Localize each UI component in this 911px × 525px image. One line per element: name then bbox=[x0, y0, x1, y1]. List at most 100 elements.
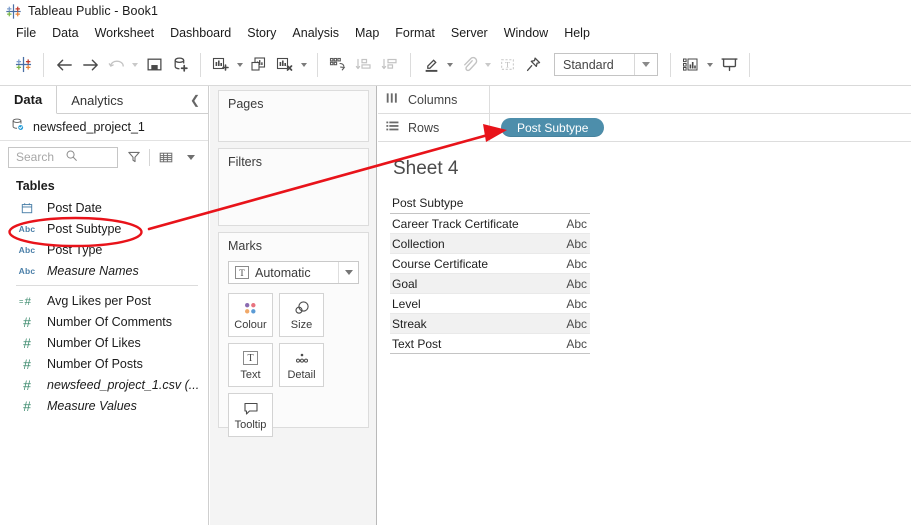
duplicate-sheet-button[interactable] bbox=[246, 52, 272, 78]
field-label: Number Of Likes bbox=[47, 335, 141, 350]
row-label[interactable]: Streak bbox=[390, 313, 554, 334]
chevron-down-icon[interactable] bbox=[338, 262, 358, 283]
menu-item-map[interactable]: Map bbox=[347, 24, 387, 42]
marks-shelf-text[interactable]: T Text bbox=[228, 343, 273, 387]
collapse-panel-icon[interactable]: ❮ bbox=[186, 86, 204, 114]
row-label[interactable]: Level bbox=[390, 293, 554, 314]
rows-shelf[interactable]: Rows Post Subtype bbox=[378, 114, 911, 142]
field-measure-names[interactable]: Abc Measure Names bbox=[0, 260, 208, 281]
field-avg-likes-per-post[interactable]: = # Avg Likes per Post bbox=[0, 290, 208, 311]
presentation-mode-button[interactable] bbox=[716, 52, 742, 78]
search-icon bbox=[65, 149, 114, 165]
row-value: Abc bbox=[554, 253, 590, 274]
swap-rows-columns-button[interactable] bbox=[325, 52, 351, 78]
menu-item-data[interactable]: Data bbox=[44, 24, 86, 42]
menu-item-dashboard[interactable]: Dashboard bbox=[162, 24, 239, 42]
tab-data[interactable]: Data bbox=[0, 86, 58, 114]
number-icon: # bbox=[23, 397, 31, 414]
menu-item-server[interactable]: Server bbox=[443, 24, 496, 42]
chevron-down-icon[interactable] bbox=[635, 62, 657, 67]
row-label[interactable]: Course Certificate bbox=[390, 253, 554, 274]
columns-drop-area[interactable] bbox=[490, 86, 911, 113]
sort-ascending-button[interactable] bbox=[351, 52, 377, 78]
sort-descending-button[interactable] bbox=[377, 52, 403, 78]
pill-post-subtype[interactable]: Post Subtype bbox=[501, 118, 605, 137]
highlight-caret-icon[interactable] bbox=[444, 52, 456, 78]
table-row[interactable]: Goal Abc bbox=[390, 273, 590, 294]
row-label[interactable]: Career Track Certificate bbox=[390, 213, 554, 234]
marks-shelf-detail[interactable]: Detail bbox=[279, 343, 324, 387]
chevron-down-icon[interactable] bbox=[181, 147, 200, 168]
show-me-caret-icon[interactable] bbox=[704, 52, 716, 78]
field-number-of-likes[interactable]: # Number Of Likes bbox=[0, 332, 208, 353]
sheet-canvas[interactable]: Sheet 4 Post Subtype Career Track Certif… bbox=[378, 142, 911, 525]
field-post-subtype[interactable]: Abc Post Subtype bbox=[0, 218, 208, 239]
group-caret-icon[interactable] bbox=[482, 52, 494, 78]
columns-shelf[interactable]: Columns bbox=[378, 86, 911, 114]
menu-item-worksheet[interactable]: Worksheet bbox=[87, 24, 163, 42]
table-row[interactable]: Streak Abc bbox=[390, 313, 590, 334]
field-number-of-comments[interactable]: # Number Of Comments bbox=[0, 311, 208, 332]
group-members-button[interactable] bbox=[456, 52, 482, 78]
forward-button[interactable] bbox=[77, 52, 103, 78]
save-button[interactable] bbox=[141, 52, 167, 78]
mark-type-dropdown[interactable]: T Automatic bbox=[228, 261, 359, 284]
field-post-type[interactable]: Abc Post Type bbox=[0, 239, 208, 260]
field-post-date[interactable]: Post Date bbox=[0, 197, 208, 218]
undo-caret-icon[interactable] bbox=[129, 52, 141, 78]
fit-dropdown[interactable]: Standard bbox=[554, 53, 658, 76]
column-header-post-subtype[interactable]: Post Subtype bbox=[390, 194, 554, 214]
clear-sheet-button[interactable] bbox=[272, 52, 298, 78]
tab-analytics[interactable]: Analytics bbox=[57, 86, 137, 114]
new-worksheet-caret-icon[interactable] bbox=[234, 52, 246, 78]
field-label: Number Of Posts bbox=[47, 356, 143, 371]
table-row[interactable]: Collection Abc bbox=[390, 233, 590, 254]
row-value: Abc bbox=[554, 293, 590, 314]
toolbar-separator bbox=[200, 52, 201, 77]
rows-drop-area[interactable]: Post Subtype bbox=[490, 114, 911, 141]
table-row[interactable]: Level Abc bbox=[390, 293, 590, 314]
table-row[interactable]: Career Track Certificate Abc bbox=[390, 213, 590, 234]
menu-item-story[interactable]: Story bbox=[239, 24, 284, 42]
svg-text:=: = bbox=[19, 296, 24, 305]
row-label[interactable]: Goal bbox=[390, 273, 554, 294]
fix-axes-button[interactable] bbox=[520, 52, 546, 78]
highlight-button[interactable] bbox=[418, 52, 444, 78]
field-label: newsfeed_project_1.csv (... bbox=[47, 377, 200, 392]
menu-item-window[interactable]: Window bbox=[496, 24, 556, 42]
show-mark-labels-button[interactable]: T bbox=[494, 52, 520, 78]
marks-shelf-size[interactable]: Size bbox=[279, 293, 324, 337]
marks-shelf-tooltip[interactable]: Tooltip bbox=[228, 393, 273, 437]
list-view-icon[interactable] bbox=[156, 147, 175, 168]
search-input[interactable]: Search bbox=[8, 146, 118, 168]
field-measure-values[interactable]: # Measure Values bbox=[0, 395, 208, 416]
menu-item-analysis[interactable]: Analysis bbox=[284, 24, 347, 42]
field-newsfeed-project-csv-count[interactable]: # newsfeed_project_1.csv (... bbox=[0, 374, 208, 395]
columns-icon bbox=[386, 92, 399, 107]
undo-button[interactable] bbox=[103, 52, 129, 78]
toolbar-separator bbox=[317, 52, 318, 77]
sheet-title: Sheet 4 bbox=[393, 158, 459, 179]
new-worksheet-button[interactable] bbox=[208, 52, 234, 78]
menu-item-help[interactable]: Help bbox=[556, 24, 598, 42]
new-data-source-button[interactable] bbox=[167, 52, 193, 78]
show-me-button[interactable] bbox=[678, 52, 704, 78]
field-number-of-posts[interactable]: # Number Of Posts bbox=[0, 353, 208, 374]
table-row[interactable]: Course Certificate Abc bbox=[390, 253, 590, 274]
menu-item-format[interactable]: Format bbox=[387, 24, 443, 42]
marks-shelf-colour[interactable]: Colour bbox=[228, 293, 273, 337]
back-button[interactable] bbox=[51, 52, 77, 78]
row-label[interactable]: Text Post bbox=[390, 333, 554, 354]
table-row[interactable]: Text Post Abc bbox=[390, 333, 590, 354]
data-source-item[interactable]: newsfeed_project_1 bbox=[0, 114, 208, 141]
filter-funnel-icon[interactable] bbox=[124, 147, 143, 168]
row-label[interactable]: Collection bbox=[390, 233, 554, 254]
filters-card[interactable]: Filters bbox=[218, 148, 369, 226]
text-label-icon: T bbox=[243, 349, 258, 367]
pages-card[interactable]: Pages bbox=[218, 90, 369, 142]
menu-item-file[interactable]: File bbox=[8, 24, 44, 42]
clear-sheet-caret-icon[interactable] bbox=[298, 52, 310, 78]
tableau-home-button[interactable] bbox=[10, 52, 36, 78]
marks-card[interactable]: Marks T Automatic Colour Size T Text Det… bbox=[218, 232, 369, 437]
field-label: Number Of Comments bbox=[47, 314, 173, 329]
